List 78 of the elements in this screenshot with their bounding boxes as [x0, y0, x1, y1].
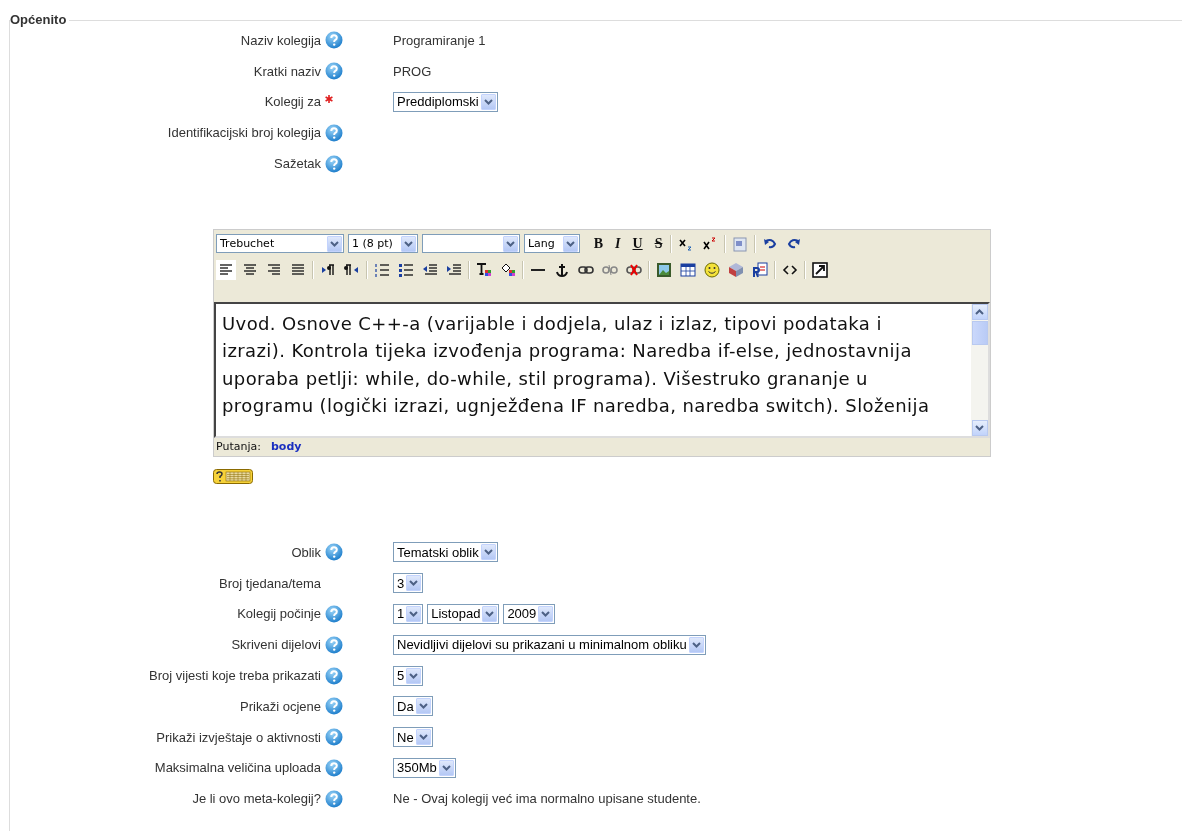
help-icon[interactable]	[325, 31, 343, 50]
anchor-icon[interactable]	[554, 262, 570, 278]
bulleted-list-icon[interactable]	[398, 262, 414, 278]
field-value: Ne - Ovaj kolegij već ima normalno upisane studente.	[393, 791, 701, 807]
section-legend: Općenito	[10, 12, 70, 27]
field-label: Oblik	[291, 544, 321, 560]
style-select[interactable]	[421, 234, 520, 254]
select-field[interactable]: Lang	[523, 234, 580, 254]
field-label: Kolegij počinje	[237, 606, 321, 622]
help-icon[interactable]	[325, 635, 343, 654]
fill-color-icon[interactable]	[500, 262, 516, 278]
keyboard-help-icon[interactable]	[213, 469, 253, 484]
select-field[interactable]: Da	[393, 696, 433, 717]
field-label: Skriveni dijelovi	[231, 637, 321, 653]
justify-icon[interactable]	[290, 262, 306, 278]
indent-icon[interactable]	[446, 262, 462, 278]
smiley-icon[interactable]	[704, 262, 720, 278]
select-field[interactable]: 350Mb	[393, 757, 456, 778]
select-field[interactable]: 2009	[503, 603, 556, 624]
image-icon[interactable]	[656, 262, 672, 278]
select-field[interactable]: 3	[393, 573, 424, 594]
field-value: Programiranje 1	[393, 32, 486, 48]
select-field[interactable]: Nevidljivi dijelovi su prikazani u minimalnom obliku	[393, 634, 706, 655]
fullscreen-icon[interactable]	[812, 262, 828, 278]
select-field[interactable]: Ne	[393, 727, 433, 748]
field-label: Broj vijesti koje treba prikazati	[149, 668, 321, 684]
select-field[interactable]: Tematski oblik	[393, 542, 498, 563]
strikethrough-button[interactable]: S	[650, 236, 667, 252]
field-label: Identifikacijski broj kolegija	[167, 125, 321, 141]
field-label: Broj tjedana/tema	[219, 575, 321, 591]
unlink-icon[interactable]	[602, 262, 618, 278]
left-to-right-icon[interactable]	[320, 262, 336, 278]
outdent-icon[interactable]	[422, 262, 438, 278]
field-label: Maksimalna veličina uploada	[154, 760, 321, 776]
field-label: Prikaži izvještaje o aktivnosti	[156, 729, 321, 745]
bold-button[interactable]: B	[589, 236, 608, 252]
help-icon[interactable]	[325, 62, 343, 81]
field-label: Kratki naziv	[253, 63, 321, 79]
align-right-icon[interactable]	[266, 262, 282, 278]
path-link[interactable]: body	[270, 440, 302, 454]
select-field[interactable]: 5	[393, 665, 424, 686]
help-icon[interactable]	[325, 123, 343, 142]
scrollbar-thumb[interactable]	[971, 321, 988, 345]
select-field[interactable]: Listopad	[427, 603, 500, 624]
help-icon[interactable]	[325, 604, 343, 623]
help-icon[interactable]	[325, 666, 343, 685]
field-label: Je li ovo meta-kolegij?	[192, 791, 321, 807]
numbered-list-icon[interactable]	[374, 262, 390, 278]
help-icon[interactable]	[325, 154, 343, 173]
align-center-icon[interactable]	[242, 262, 258, 278]
field-value: PROG	[393, 63, 432, 79]
underline-button[interactable]: U	[628, 236, 647, 252]
field-label: Prikaži ocjene	[240, 698, 321, 714]
help-icon[interactable]	[325, 728, 343, 747]
path-label: Putanja:	[216, 440, 261, 454]
align-left-icon[interactable]	[218, 262, 234, 278]
help-icon[interactable]	[325, 789, 343, 808]
field-label: Naziv kolegija	[240, 32, 321, 48]
scroll-up-icon[interactable]	[975, 309, 984, 315]
document-icon[interactable]	[732, 236, 749, 252]
replace-icon[interactable]	[752, 262, 768, 278]
cube-icon[interactable]	[728, 262, 744, 278]
field-label: Kolegij za	[264, 94, 321, 110]
italic-button[interactable]: I	[611, 236, 625, 252]
select-field[interactable]: 1 (8 pt)	[348, 234, 418, 254]
table-icon[interactable]	[680, 262, 696, 278]
remove-link-icon[interactable]	[626, 262, 642, 278]
help-icon[interactable]	[325, 697, 343, 716]
scroll-down-icon[interactable]	[975, 425, 984, 431]
field-label: Sažetak	[274, 156, 321, 172]
help-icon[interactable]	[325, 543, 343, 562]
select-field[interactable]: Preddiplomski	[393, 92, 498, 112]
help-icon[interactable]	[325, 758, 343, 777]
select-field[interactable]: Trebuchet	[216, 234, 344, 254]
select-field[interactable]: 1	[393, 603, 424, 624]
right-to-left-icon[interactable]	[344, 262, 360, 278]
text-color-icon[interactable]	[476, 262, 492, 278]
scrollbar[interactable]	[971, 304, 988, 436]
